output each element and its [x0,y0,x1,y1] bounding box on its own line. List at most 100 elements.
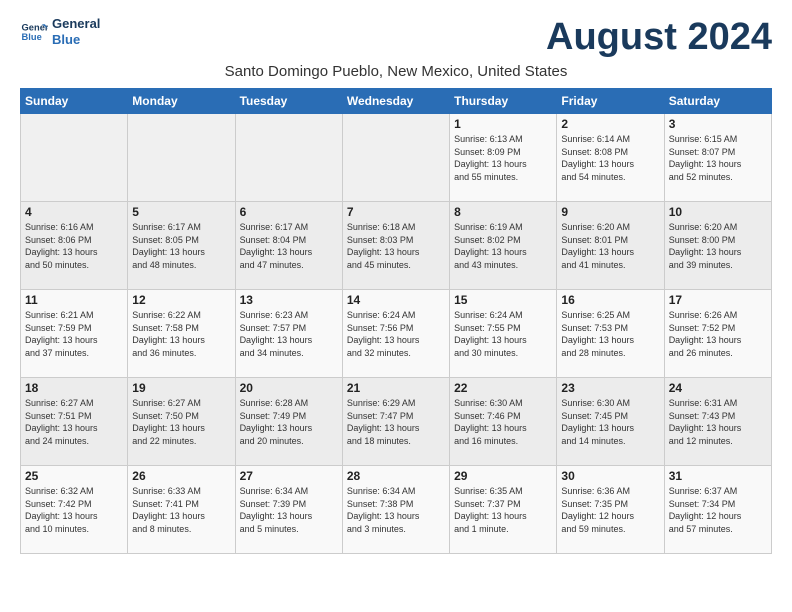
day-info: Sunrise: 6:13 AM Sunset: 8:09 PM Dayligh… [454,133,552,183]
logo-text-blue: Blue [52,32,100,48]
weekday-header-tuesday: Tuesday [235,89,342,114]
day-number: 2 [561,117,659,131]
day-info: Sunrise: 6:34 AM Sunset: 7:38 PM Dayligh… [347,485,445,535]
calendar-cell: 28 Sunrise: 6:34 AM Sunset: 7:38 PM Dayli… [342,466,449,554]
day-number: 13 [240,293,338,307]
calendar-cell: 23 Sunrise: 6:30 AM Sunset: 7:45 PM Dayli… [557,378,664,466]
weekday-header-sunday: Sunday [21,89,128,114]
day-number: 1 [454,117,552,131]
calendar-cell [235,114,342,202]
day-info: Sunrise: 6:17 AM Sunset: 8:04 PM Dayligh… [240,221,338,271]
day-info: Sunrise: 6:26 AM Sunset: 7:52 PM Dayligh… [669,309,767,359]
calendar-cell: 3Sunrise: 6:15 AM Sunset: 8:07 PM Daylig… [664,114,771,202]
calendar-cell: 20 Sunrise: 6:28 AM Sunset: 7:49 PM Dayli… [235,378,342,466]
day-info: Sunrise: 6:22 AM Sunset: 7:58 PM Dayligh… [132,309,230,359]
logo: General Blue General Blue [20,16,100,47]
day-number: 20 [240,381,338,395]
day-number: 10 [669,205,767,219]
day-number: 12 [132,293,230,307]
day-number: 14 [347,293,445,307]
day-info: Sunrise: 6:14 AM Sunset: 8:08 PM Dayligh… [561,133,659,183]
day-info: Sunrise: 6:23 AM Sunset: 7:57 PM Dayligh… [240,309,338,359]
calendar-cell: 6 Sunrise: 6:17 AM Sunset: 8:04 PM Daylig… [235,202,342,290]
calendar-week-row: 25 Sunrise: 6:32 AM Sunset: 7:42 PM Dayli… [21,466,772,554]
day-number: 11 [25,293,123,307]
day-number: 22 [454,381,552,395]
day-info: Sunrise: 6:32 AM Sunset: 7:42 PM Dayligh… [25,485,123,535]
calendar-cell [342,114,449,202]
day-info: Sunrise: 6:17 AM Sunset: 8:05 PM Dayligh… [132,221,230,271]
day-number: 9 [561,205,659,219]
weekday-header-wednesday: Wednesday [342,89,449,114]
calendar-cell: 22 Sunrise: 6:30 AM Sunset: 7:46 PM Dayli… [450,378,557,466]
day-number: 8 [454,205,552,219]
day-number: 21 [347,381,445,395]
day-info: Sunrise: 6:35 AM Sunset: 7:37 PM Dayligh… [454,485,552,535]
weekday-header-friday: Friday [557,89,664,114]
day-info: Sunrise: 6:20 AM Sunset: 8:01 PM Dayligh… [561,221,659,271]
calendar-cell: 9 Sunrise: 6:20 AM Sunset: 8:01 PM Daylig… [557,202,664,290]
day-number: 6 [240,205,338,219]
svg-text:General: General [22,22,48,32]
calendar-cell: 31 Sunrise: 6:37 AM Sunset: 7:34 PM Dayli… [664,466,771,554]
day-info: Sunrise: 6:15 AM Sunset: 8:07 PM Dayligh… [669,133,767,183]
day-info: Sunrise: 6:19 AM Sunset: 8:02 PM Dayligh… [454,221,552,271]
calendar-cell: 1 Sunrise: 6:13 AM Sunset: 8:09 PM Daylig… [450,114,557,202]
calendar-cell: 12 Sunrise: 6:22 AM Sunset: 7:58 PM Dayli… [128,290,235,378]
day-info: Sunrise: 6:34 AM Sunset: 7:39 PM Dayligh… [240,485,338,535]
calendar-week-row: 4Sunrise: 6:16 AM Sunset: 8:06 PM Daylig… [21,202,772,290]
day-number: 30 [561,469,659,483]
calendar-cell: 29Sunrise: 6:35 AM Sunset: 7:37 PM Dayli… [450,466,557,554]
header: General Blue General Blue August 2024 [20,16,772,59]
calendar-cell: 27 Sunrise: 6:34 AM Sunset: 7:39 PM Dayli… [235,466,342,554]
calendar-cell: 5 Sunrise: 6:17 AM Sunset: 8:05 PM Daylig… [128,202,235,290]
calendar-cell: 13 Sunrise: 6:23 AM Sunset: 7:57 PM Dayli… [235,290,342,378]
calendar-cell [21,114,128,202]
calendar-cell: 16Sunrise: 6:25 AM Sunset: 7:53 PM Dayli… [557,290,664,378]
calendar-week-row: 18 Sunrise: 6:27 AM Sunset: 7:51 PM Dayli… [21,378,772,466]
calendar-cell: 24 Sunrise: 6:31 AM Sunset: 7:43 PM Dayli… [664,378,771,466]
calendar-cell: 7 Sunrise: 6:18 AM Sunset: 8:03 PM Daylig… [342,202,449,290]
calendar-cell: 8 Sunrise: 6:19 AM Sunset: 8:02 PM Daylig… [450,202,557,290]
calendar-cell: 26Sunrise: 6:33 AM Sunset: 7:41 PM Dayli… [128,466,235,554]
day-info: Sunrise: 6:33 AM Sunset: 7:41 PM Dayligh… [132,485,230,535]
day-number: 24 [669,381,767,395]
calendar-cell: 2 Sunrise: 6:14 AM Sunset: 8:08 PM Daylig… [557,114,664,202]
day-info: Sunrise: 6:16 AM Sunset: 8:06 PM Dayligh… [25,221,123,271]
calendar-cell: 14 Sunrise: 6:24 AM Sunset: 7:56 PM Dayli… [342,290,449,378]
day-number: 31 [669,469,767,483]
calendar-table: SundayMondayTuesdayWednesdayThursdayFrid… [20,88,772,554]
calendar-cell [128,114,235,202]
day-number: 7 [347,205,445,219]
day-number: 25 [25,469,123,483]
weekday-header-monday: Monday [128,89,235,114]
day-number: 28 [347,469,445,483]
day-info: Sunrise: 6:37 AM Sunset: 7:34 PM Dayligh… [669,485,767,535]
calendar-week-row: 11 Sunrise: 6:21 AM Sunset: 7:59 PM Dayli… [21,290,772,378]
weekday-header-saturday: Saturday [664,89,771,114]
svg-text:Blue: Blue [22,31,42,41]
day-info: Sunrise: 6:25 AM Sunset: 7:53 PM Dayligh… [561,309,659,359]
day-number: 23 [561,381,659,395]
day-number: 5 [132,205,230,219]
day-number: 18 [25,381,123,395]
day-info: Sunrise: 6:30 AM Sunset: 7:45 PM Dayligh… [561,397,659,447]
day-info: Sunrise: 6:27 AM Sunset: 7:51 PM Dayligh… [25,397,123,447]
day-number: 27 [240,469,338,483]
calendar-week-row: 1 Sunrise: 6:13 AM Sunset: 8:09 PM Daylig… [21,114,772,202]
day-info: Sunrise: 6:28 AM Sunset: 7:49 PM Dayligh… [240,397,338,447]
calendar-cell: 25 Sunrise: 6:32 AM Sunset: 7:42 PM Dayli… [21,466,128,554]
day-info: Sunrise: 6:20 AM Sunset: 8:00 PM Dayligh… [669,221,767,271]
calendar-cell: 21Sunrise: 6:29 AM Sunset: 7:47 PM Dayli… [342,378,449,466]
day-info: Sunrise: 6:24 AM Sunset: 7:56 PM Dayligh… [347,309,445,359]
calendar-cell: 10 Sunrise: 6:20 AM Sunset: 8:00 PM Dayli… [664,202,771,290]
day-info: Sunrise: 6:27 AM Sunset: 7:50 PM Dayligh… [132,397,230,447]
day-info: Sunrise: 6:18 AM Sunset: 8:03 PM Dayligh… [347,221,445,271]
logo-icon: General Blue [20,18,48,46]
day-info: Sunrise: 6:21 AM Sunset: 7:59 PM Dayligh… [25,309,123,359]
calendar-cell: 17Sunrise: 6:26 AM Sunset: 7:52 PM Dayli… [664,290,771,378]
day-info: Sunrise: 6:30 AM Sunset: 7:46 PM Dayligh… [454,397,552,447]
day-info: Sunrise: 6:31 AM Sunset: 7:43 PM Dayligh… [669,397,767,447]
logo-text-general: General [52,16,100,32]
day-info: Sunrise: 6:36 AM Sunset: 7:35 PM Dayligh… [561,485,659,535]
